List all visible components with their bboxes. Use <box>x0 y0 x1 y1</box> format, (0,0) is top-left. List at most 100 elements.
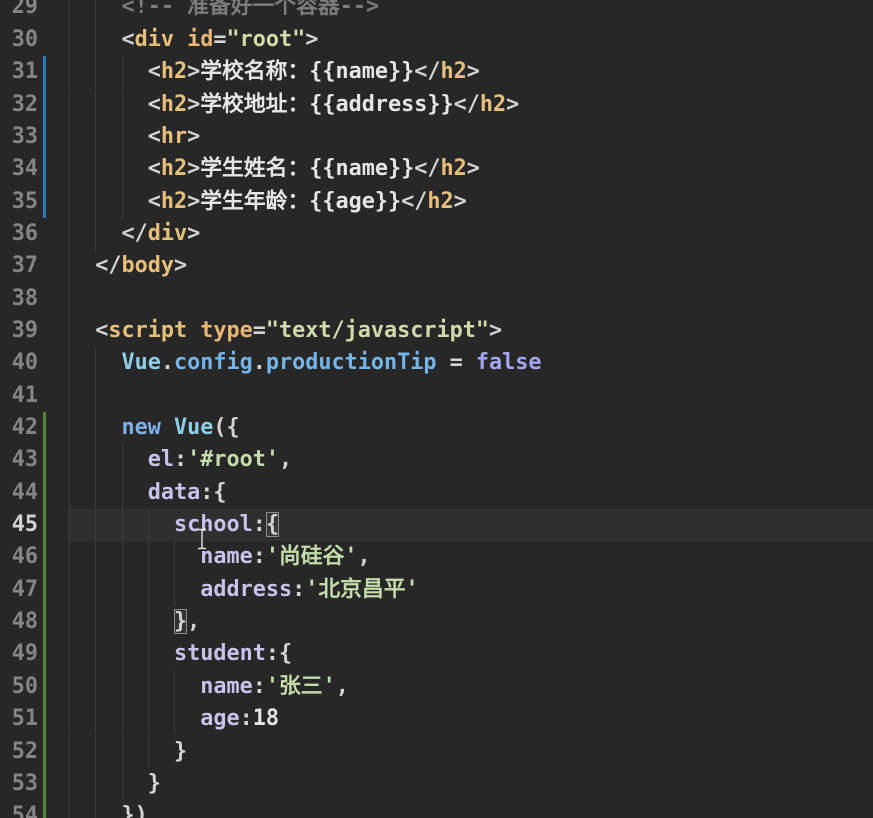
code-token[interactable]: , <box>336 674 349 699</box>
code-text[interactable]: <!-- 准备好一个容器--> <box>69 0 380 24</box>
code-token[interactable]: data <box>148 480 201 505</box>
code-token[interactable]: < <box>148 124 161 149</box>
code-token[interactable]: Vue <box>122 350 161 375</box>
code-token[interactable] <box>69 415 122 440</box>
code-token[interactable] <box>69 577 200 602</box>
code-text[interactable]: <script type="text/javascript"> <box>69 315 502 347</box>
code-token[interactable]: > <box>187 221 200 246</box>
code-token[interactable]: > <box>454 189 467 214</box>
code-token[interactable]: age <box>200 706 239 731</box>
code-token[interactable]: > <box>174 253 187 278</box>
code-text[interactable]: el:'#root', <box>69 444 292 476</box>
code-token[interactable]: : <box>253 544 266 569</box>
code-editor[interactable]: 29 <!-- 准备好一个容器--> 30 <div id="root"> 31 <… <box>0 0 873 818</box>
code-text[interactable]: <div id="root"> <box>69 24 319 56</box>
code-token[interactable]: . <box>253 350 266 375</box>
code-token[interactable]: </ <box>414 156 440 181</box>
code-token[interactable]: '北京昌平' <box>305 577 418 602</box>
code-text[interactable]: name:'张三', <box>69 671 349 703</box>
code-token[interactable]: : <box>240 706 253 731</box>
code-token[interactable]: '#root' <box>187 447 279 472</box>
matched-bracket[interactable]: { <box>265 512 279 538</box>
code-token[interactable]: h2 <box>161 59 187 84</box>
code-token[interactable] <box>69 318 95 343</box>
code-token[interactable]: config <box>174 350 253 375</box>
code-token[interactable] <box>69 156 148 181</box>
code-text[interactable]: }, <box>69 606 200 638</box>
code-token[interactable]: school <box>174 512 253 537</box>
code-token[interactable]: = <box>253 318 266 343</box>
code-token[interactable] <box>69 771 148 796</box>
code-token[interactable]: "root" <box>227 27 306 52</box>
code-token[interactable]: } <box>174 739 187 764</box>
code-text[interactable]: data:{ <box>69 477 227 509</box>
code-token[interactable]: : <box>253 512 266 537</box>
code-token[interactable]: > <box>187 189 200 214</box>
code-token[interactable] <box>69 544 200 569</box>
code-text[interactable]: <h2>学校名称：{{name}}</h2> <box>69 56 480 88</box>
code-line[interactable]: 42 new Vue({ <box>0 412 873 445</box>
code-token[interactable]: Vue <box>174 415 213 440</box>
code-token[interactable]: 学校地址：{{address}} <box>200 92 453 117</box>
code-token[interactable] <box>69 447 148 472</box>
code-token[interactable] <box>69 609 174 634</box>
code-token[interactable]: > <box>489 318 502 343</box>
code-token[interactable] <box>69 641 174 666</box>
code-token[interactable]: , <box>279 447 292 472</box>
code-token[interactable]: h2 <box>480 92 506 117</box>
code-token[interactable]: </ <box>122 221 148 246</box>
code-token[interactable]: id <box>187 27 213 52</box>
code-token[interactable]: = <box>436 350 475 375</box>
code-token[interactable] <box>69 480 148 505</box>
code-token[interactable] <box>69 0 122 19</box>
code-token[interactable]: < <box>148 189 161 214</box>
code-line[interactable]: 46 name:'尚硅谷', <box>0 541 873 574</box>
code-token[interactable]: </ <box>95 253 121 278</box>
code-token[interactable] <box>69 27 122 52</box>
code-token[interactable]: < <box>148 92 161 117</box>
code-line[interactable]: 39 <script type="text/javascript"> <box>0 314 873 348</box>
code-text[interactable]: }) <box>69 800 148 818</box>
code-line[interactable]: 50 name:'张三', <box>0 670 873 704</box>
code-token[interactable]: <!-- 准备好一个容器--> <box>122 0 380 19</box>
code-token[interactable]: > <box>187 59 200 84</box>
code-token[interactable]: > <box>187 156 200 181</box>
code-token[interactable]: < <box>122 27 135 52</box>
code-token[interactable]: h2 <box>440 156 466 181</box>
code-token[interactable]: } <box>148 771 161 796</box>
code-token[interactable]: > <box>305 27 318 52</box>
code-text[interactable]: new Vue({ <box>69 412 240 444</box>
code-line[interactable]: 44 data:{ <box>0 476 873 510</box>
code-line[interactable]: 52 } <box>0 735 873 768</box>
code-token[interactable]: }) <box>122 803 148 818</box>
code-token[interactable]: :{ <box>200 480 226 505</box>
code-token[interactable]: > <box>187 92 200 117</box>
code-token[interactable]: : <box>253 674 266 699</box>
code-token[interactable]: </ <box>401 189 427 214</box>
code-text[interactable]: </div> <box>69 218 201 250</box>
code-token[interactable]: name <box>200 674 253 699</box>
code-line[interactable]: 37 </body> <box>0 250 873 283</box>
code-token[interactable]: > <box>467 156 480 181</box>
code-line[interactable]: 47 address:'北京昌平' <box>0 573 873 607</box>
code-token[interactable]: > <box>187 124 200 149</box>
code-token[interactable]: < <box>95 318 108 343</box>
code-token[interactable]: h2 <box>161 156 187 181</box>
code-line[interactable]: 35 <h2>学生年龄：{{age}}</h2> <box>0 185 873 218</box>
code-token[interactable]: hr <box>161 124 187 149</box>
matched-bracket[interactable]: } <box>173 609 188 635</box>
code-line[interactable]: 53 } <box>0 767 873 801</box>
code-line[interactable]: 54 }) <box>0 800 873 818</box>
code-token[interactable]: :{ <box>266 641 292 666</box>
code-token[interactable]: > <box>506 92 519 117</box>
code-token[interactable] <box>69 221 122 246</box>
code-token[interactable] <box>69 350 122 375</box>
code-token[interactable] <box>69 59 148 84</box>
code-text[interactable]: address:'北京昌平' <box>69 574 418 606</box>
code-token[interactable] <box>69 92 148 117</box>
code-token[interactable]: name <box>200 544 253 569</box>
code-token[interactable]: student <box>174 641 266 666</box>
code-line[interactable]: 40 Vue.config.productionTip = false <box>0 347 873 380</box>
code-token[interactable]: div <box>135 27 174 52</box>
code-text[interactable]: </body> <box>69 250 187 282</box>
